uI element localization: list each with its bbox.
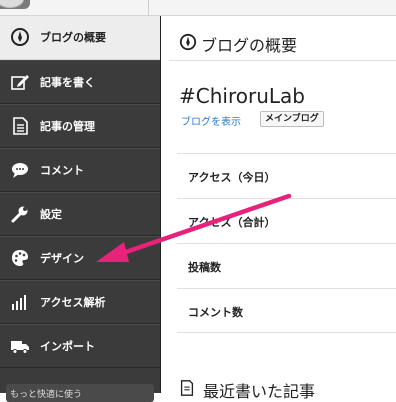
speech-bubble-icon	[12, 163, 28, 178]
sidebar-item-overview[interactable]: ブログの概要	[0, 16, 160, 60]
stat-label: 投稿数	[188, 261, 221, 274]
sidebar-item-label: 記事を書く	[40, 76, 95, 89]
dashboard-icon	[11, 28, 29, 46]
truck-icon	[11, 341, 29, 354]
table-row: アクセス（合計）	[177, 198, 396, 243]
page-title: ブログの概要	[201, 36, 298, 55]
document-icon	[13, 117, 28, 135]
main-blog-badge: メインブログ	[260, 111, 324, 127]
sidebar-item-label: デザイン	[40, 252, 84, 265]
sidebar-item-import[interactable]: インポート	[0, 324, 160, 368]
view-blog-link[interactable]: ブログを表示	[181, 113, 241, 128]
sidebar-item-label: 設定	[40, 208, 62, 221]
table-row: 投稿数	[177, 243, 396, 288]
sidebar-item-manage[interactable]: 記事の管理	[0, 104, 160, 148]
stats-table: アクセス（今日） アクセス（合計） 投稿数 コメント数	[177, 153, 396, 333]
recent-posts-title: 最近書いた記事	[203, 382, 316, 401]
sidebar-item-comment[interactable]: コメント	[0, 148, 160, 192]
divider	[148, 0, 149, 15]
divider	[169, 60, 396, 61]
dashboard-icon	[179, 33, 197, 51]
logo[interactable]	[0, 0, 30, 9]
stat-label: アクセス（合計）	[188, 216, 276, 229]
top-bar	[0, 0, 396, 16]
sidebar-item-write[interactable]: 記事を書く	[0, 60, 160, 104]
sidebar-item-label: 記事の管理	[40, 120, 95, 133]
sidebar-item-settings[interactable]: 設定	[0, 192, 160, 236]
sidebar-item-label: アクセス解析	[40, 296, 106, 309]
stat-label: コメント数	[188, 306, 243, 319]
table-row: コメント数	[177, 288, 396, 333]
upgrade-label: もっと快適に使う	[10, 390, 83, 400]
upgrade-link[interactable]: もっと快適に使う	[6, 384, 154, 402]
sidebar-item-label: インポート	[40, 340, 95, 353]
main-panel: ブログの概要 #ChiroruLab ブログを表示 メインブログ アクセス（今日…	[161, 16, 396, 401]
document-icon	[180, 380, 194, 396]
sidebar-item-label: ブログの概要	[40, 31, 106, 44]
table-row: アクセス（今日）	[177, 153, 396, 198]
stat-label: アクセス（今日）	[188, 171, 276, 184]
wrench-icon	[11, 206, 28, 223]
blog-name: #ChiroruLab	[179, 84, 305, 108]
sidebar-item-analytics[interactable]: アクセス解析	[0, 280, 160, 324]
bar-chart-icon	[12, 295, 26, 310]
pencil-icon	[11, 75, 29, 90]
sidebar-item-label: コメント	[40, 164, 84, 177]
sidebar-item-design[interactable]: デザイン	[0, 236, 160, 280]
palette-icon	[12, 250, 28, 266]
sidebar: ブログの概要 記事を書く 記事の管理 コメント 設定 デザイン アクセス解析 イ…	[0, 16, 161, 402]
